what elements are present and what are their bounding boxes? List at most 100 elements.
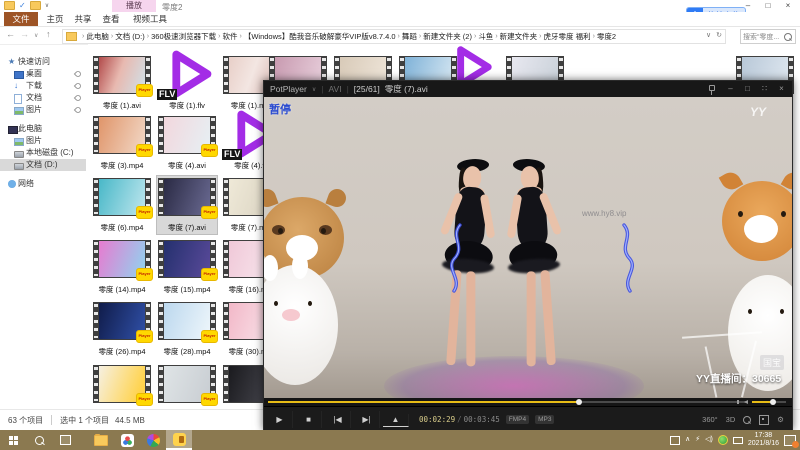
player-close-button[interactable]: × [773, 81, 790, 97]
sidebar-network[interactable]: 网络 [0, 178, 86, 190]
seek-row [264, 398, 792, 406]
back-icon[interactable]: ← [6, 29, 15, 39]
sidebar-item-disk-d-selected[interactable]: 文档 (D:) [0, 159, 86, 171]
player-minimize-button[interactable]: – [722, 81, 739, 97]
maximize-button[interactable]: □ [758, 0, 778, 11]
sidebar-item-disk-c[interactable]: 本地磁盘 (C:) [0, 147, 86, 159]
antivirus-tray-icon[interactable] [718, 435, 728, 445]
taskbar-active-app-button[interactable] [166, 430, 192, 450]
player-menu-caret-icon[interactable]: ∨ [312, 86, 316, 93]
file-tile[interactable]: Player 零度 (4).avi [157, 114, 217, 172]
clock-date: 2021/8/16 [748, 440, 779, 448]
search-input[interactable]: 搜索“零度... [741, 32, 784, 42]
play-button[interactable]: ▶ [267, 411, 293, 428]
sidebar-item-downloads[interactable]: ↓ 下载 [0, 80, 86, 92]
sidebar-item-pictures[interactable]: 图片 [0, 104, 86, 116]
pin-on-top-icon[interactable] [705, 81, 722, 97]
file-tile[interactable]: Player 零度 (26).mp4 [92, 300, 152, 358]
taskbar-clock[interactable]: 17:38 2021/8/16 [748, 432, 779, 448]
history-caret-icon[interactable]: ∨ [34, 32, 38, 39]
start-button[interactable] [0, 430, 26, 450]
tab-video-tools[interactable]: 视频工具 [128, 12, 172, 26]
forward-icon[interactable]: → [20, 29, 29, 39]
player-fullscreen-button[interactable]: ∷ [756, 81, 773, 97]
tray-expand-icon[interactable]: ∧ [685, 430, 690, 450]
volume-thumb[interactable] [770, 399, 776, 405]
taskbar-search-button[interactable] [26, 430, 52, 450]
video-thumbnail: Player [93, 116, 151, 154]
breadcrumb[interactable]: › 此电脑 › 文档 (D:) › 360极速浏览器下载 › 软件 › 【Win… [62, 29, 726, 44]
search-box[interactable]: 搜索“零度... [740, 29, 796, 44]
speaker-icon[interactable]: ◁) [705, 430, 713, 450]
tab-view[interactable]: 查看 [98, 12, 124, 26]
taskbar-explorer-button[interactable] [88, 430, 114, 450]
sidebar-item-documents[interactable]: 文档 [0, 92, 86, 104]
seek-bar[interactable] [268, 401, 746, 403]
volume-bar[interactable] [752, 401, 786, 403]
sidebar-label: 此电脑 [18, 124, 42, 133]
sidebar-this-pc[interactable]: 此电脑 [0, 123, 86, 135]
usb-icon[interactable]: ⚡ [695, 430, 700, 450]
tab-file[interactable]: 文件 [4, 12, 38, 26]
sidebar-quick-access[interactable]: ★ 快速访问 [0, 56, 86, 68]
sidebar-item-desktop[interactable]: 桌面 [0, 68, 86, 80]
crumb-huya[interactable]: 虎牙零度 福利 [544, 31, 591, 42]
scene-search-icon[interactable] [743, 416, 751, 424]
file-tile[interactable]: Player 零度 (1).avi [92, 54, 152, 112]
crumb-separator: › [82, 33, 84, 40]
seek-thumb[interactable] [576, 399, 582, 405]
speaker-icon[interactable] [744, 400, 748, 404]
taskbar-browser-button[interactable] [140, 430, 166, 450]
task-view-button[interactable] [52, 430, 78, 450]
control-panel-icon[interactable] [759, 415, 769, 425]
crumb-downloads[interactable]: 360极速浏览器下载 [151, 31, 216, 42]
crumb-drive[interactable]: 文档 (D:) [115, 31, 145, 42]
3d-button[interactable]: 3D [726, 415, 736, 424]
crumb-kuwo[interactable]: 【Windows】酷我音乐破解豪华VIP版v8.7.4.0 [244, 31, 396, 42]
open-eject-button[interactable]: ▲ [383, 414, 409, 427]
crumb-newfolder2[interactable]: 新建文件夹 (2) [423, 31, 472, 42]
taskbar-clouddrive-button[interactable] [114, 430, 140, 450]
player-titlebar[interactable]: PotPlayer ∨ | AVI | [25/61] 零度 (7).avi –… [264, 81, 792, 97]
crumb-douyu[interactable]: 斗鱼 [478, 31, 493, 42]
stop-button[interactable]: ■ [296, 411, 322, 428]
next-button[interactable]: ▶| [354, 411, 380, 428]
qat-dropdown-icon[interactable]: ∨ [45, 2, 49, 9]
file-tile[interactable]: Player 零度 (14).mp4 [92, 238, 152, 296]
sidebar-item-pictures-pc[interactable]: 图片 [0, 135, 86, 147]
potplayer-window[interactable]: PotPlayer ∨ | AVI | [25/61] 零度 (7).avi –… [263, 80, 793, 430]
file-tile[interactable]: Player 零度 (6).mp4 [92, 176, 152, 234]
crumb-this-pc[interactable]: 此电脑 [86, 31, 109, 42]
crumb-separator: › [593, 33, 595, 40]
settings-gear-icon[interactable]: ⚙ [777, 415, 784, 424]
crumb-newfolder[interactable]: 新建文件夹 [500, 31, 538, 42]
address-caret-icon[interactable]: ∨ [706, 31, 711, 39]
crumb-current[interactable]: 零度2 [597, 31, 616, 42]
contextual-tab-play[interactable]: 播放 [112, 0, 156, 12]
device-icon[interactable] [670, 436, 680, 445]
previous-button[interactable]: |◀ [325, 411, 351, 428]
new-folder-icon[interactable] [30, 1, 41, 10]
refresh-icon[interactable]: ↻ [716, 31, 722, 39]
tab-home[interactable]: 主页 [42, 12, 68, 26]
file-tile-selected[interactable]: Player 零度 (7).avi [157, 176, 217, 234]
crumb-dance[interactable]: 舞蹈 [402, 31, 417, 42]
properties-check-icon[interactable]: ✓ [19, 2, 26, 10]
battery-icon[interactable] [733, 437, 743, 444]
folder-icon[interactable] [4, 1, 15, 10]
file-tile[interactable]: Player 零度 (3).mp4 [92, 114, 152, 172]
close-button[interactable]: × [778, 0, 798, 11]
volume-control[interactable] [744, 398, 788, 406]
tab-share[interactable]: 共享 [70, 12, 96, 26]
vr-360-button[interactable]: 360° [702, 415, 718, 424]
file-tile-flv[interactable]: FLV 零度 (1).flv [157, 54, 217, 112]
sidebar-label: 文档 (D:) [26, 160, 58, 169]
crumb-software[interactable]: 软件 [222, 31, 237, 42]
video-thumbnail: Player [93, 240, 151, 278]
file-tile[interactable]: Player 零度 (28).mp4 [157, 300, 217, 358]
file-tile[interactable]: Player 零度 (15).mp4 [157, 238, 217, 296]
action-center-icon[interactable] [784, 435, 796, 446]
player-maximize-button[interactable]: □ [739, 81, 756, 97]
up-icon[interactable]: ↑ [46, 29, 51, 39]
video-frame[interactable]: 暂停 www.hy8.vip YY 国宝 YY直播间：30665 [264, 97, 792, 398]
